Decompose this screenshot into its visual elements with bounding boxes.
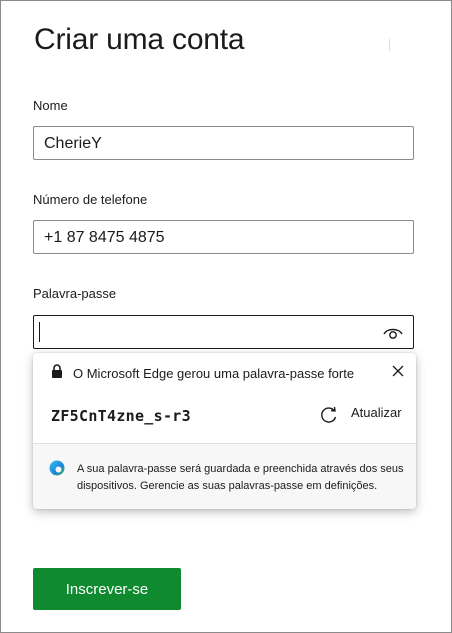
sign-up-button[interactable]: Inscrever-se — [33, 568, 181, 610]
page-title: Criar uma conta — [34, 23, 245, 56]
password-label: Palavra-passe — [33, 286, 117, 301]
show-password-eye-icon[interactable] — [383, 326, 403, 340]
sync-info-text: A sua palavra-passe será guardada e pree… — [77, 463, 404, 492]
phone-value: +1 87 8475 4875 — [44, 229, 165, 246]
name-label: Nome — [33, 98, 68, 113]
phone-label: Número de telefone — [33, 192, 148, 207]
phone-field[interactable]: +1 87 8475 4875 — [33, 220, 414, 254]
popup-headline: O Microsoft Edge gerou uma palavra-passe… — [73, 366, 355, 381]
sign-up-form: Criar uma conta Nome CherieY Número de t… — [0, 0, 452, 633]
divider-mark — [389, 39, 390, 51]
name-field[interactable]: CherieY — [33, 126, 414, 160]
refresh-icon[interactable] — [319, 405, 339, 425]
password-suggestion-popup: O Microsoft Edge gerou uma palavra-passe… — [33, 353, 416, 509]
password-field[interactable] — [33, 315, 414, 349]
close-icon[interactable] — [392, 365, 404, 377]
generated-password[interactable]: ZF5CnT4zne_s-r3 — [51, 407, 191, 425]
edge-icon — [49, 460, 65, 476]
lock-icon — [52, 364, 62, 378]
text-caret — [39, 322, 40, 342]
refresh-button[interactable]: Atualizar — [351, 405, 402, 420]
popup-footer: A sua palavra-passe será guardada e pree… — [33, 444, 416, 509]
name-value: CherieY — [44, 135, 102, 152]
